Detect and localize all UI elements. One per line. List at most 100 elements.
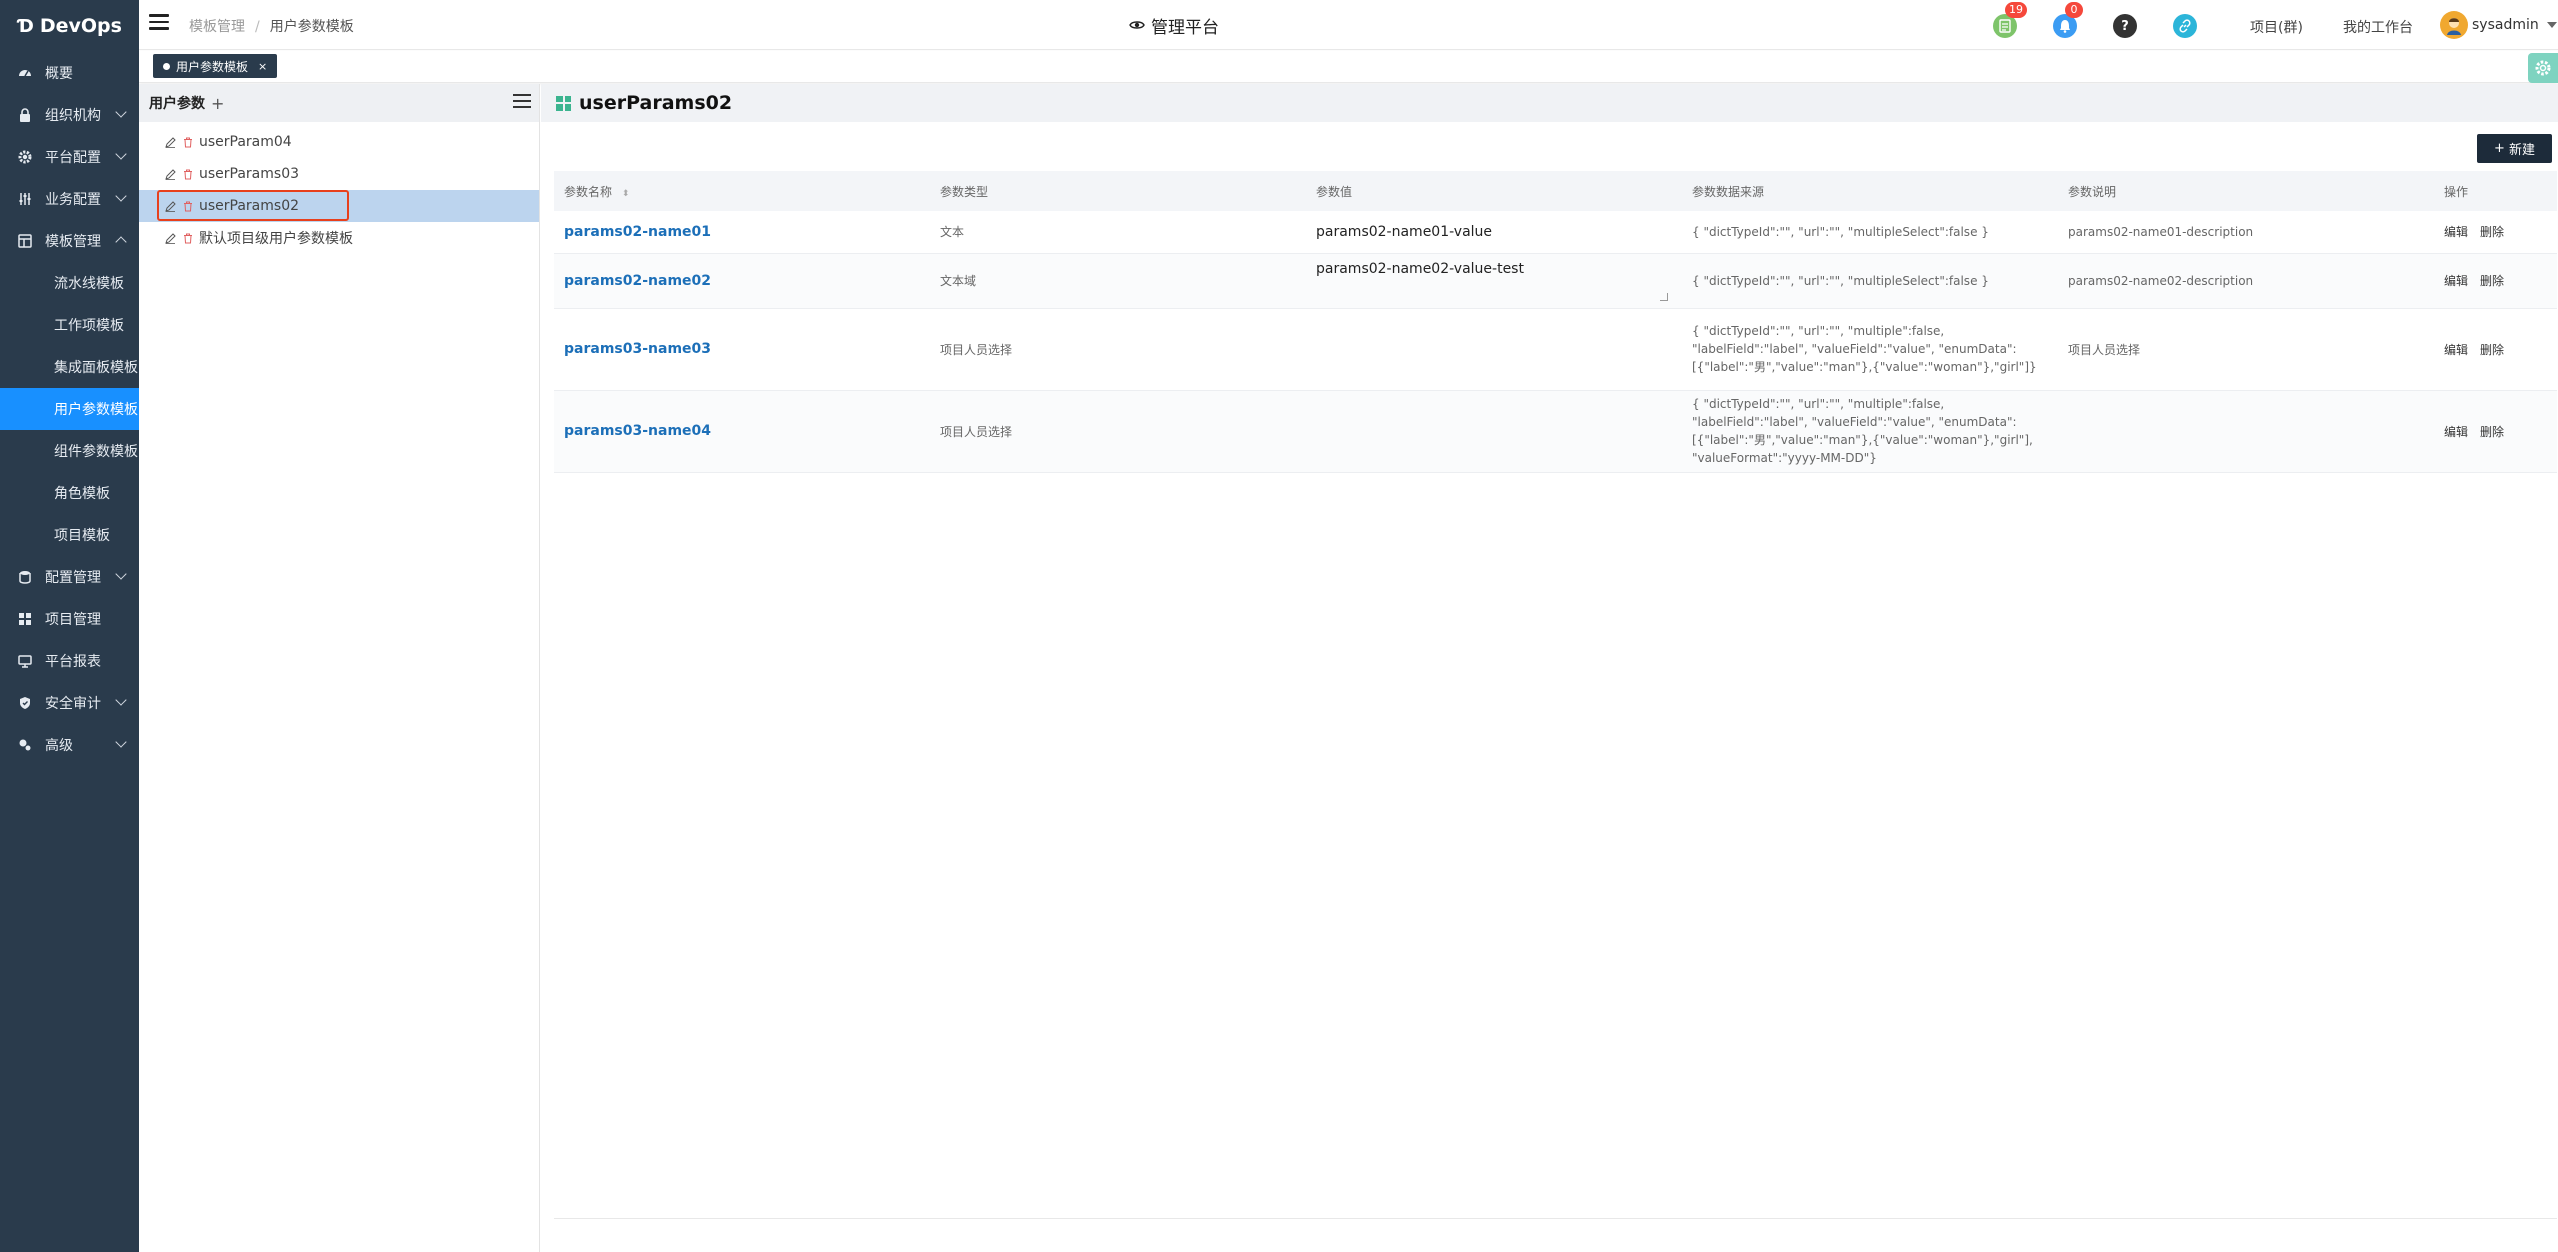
task-list-icon[interactable]: 19 <box>1993 2 2027 38</box>
monitor-icon <box>17 653 33 669</box>
sidebar-item-security-audit[interactable]: 安全审计 <box>0 682 139 724</box>
sidebar-item-platform-config[interactable]: 平台配置 <box>0 136 139 178</box>
delete-button[interactable]: 删除 <box>2480 425 2504 439</box>
sidebar-subitem-user-param-template[interactable]: 用户参数模板 <box>0 388 139 430</box>
param-name-link[interactable]: params03-name04 <box>564 423 711 439</box>
table-header-row: 参数名称 ⬍ 参数类型 参数值 参数数据来源 参数说明 操作 <box>554 171 2557 211</box>
delete-button[interactable]: 删除 <box>2480 274 2504 288</box>
bell-icon[interactable]: 0 <box>2053 2 2083 38</box>
edit-button[interactable]: 编辑 <box>2444 343 2468 357</box>
sidebar-subitem-role-template[interactable]: 角色模板 <box>0 472 139 514</box>
delete-button[interactable]: 删除 <box>2480 225 2504 239</box>
sidebar-item-label: 组织机构 <box>45 108 101 124</box>
close-icon[interactable]: × <box>258 60 267 73</box>
settings-gear-icon[interactable] <box>2528 53 2558 83</box>
edit-icon[interactable] <box>163 167 177 181</box>
sidebar-item-advanced[interactable]: 高级 <box>0 724 139 766</box>
tree-node-selected[interactable]: userParams02 <box>139 190 539 222</box>
edit-icon[interactable] <box>163 135 177 149</box>
sidebar-item-overview[interactable]: 概要 <box>0 52 139 94</box>
tree-menu-icon[interactable] <box>513 94 531 112</box>
delete-icon[interactable] <box>181 167 195 181</box>
username: sysadmin <box>2472 17 2539 33</box>
sidebar-item-label: 概要 <box>45 66 73 82</box>
database-icon <box>17 569 33 585</box>
sidebar-item-label: 平台配置 <box>45 150 101 166</box>
param-name-link[interactable]: params03-name03 <box>564 341 711 357</box>
param-name-link[interactable]: params02-name01 <box>564 224 711 240</box>
chevron-down-icon <box>115 190 127 202</box>
plus-icon: + <box>2494 141 2505 156</box>
tab-user-param-template[interactable]: 用户参数模板 × <box>153 54 278 78</box>
dashboard-icon <box>17 65 33 81</box>
add-template-button[interactable]: + <box>211 94 224 113</box>
sidebar-item-template-management[interactable]: 模板管理 <box>0 220 139 262</box>
edit-button[interactable]: 编辑 <box>2444 225 2468 239</box>
param-value-textarea[interactable]: params02-name02-value-test <box>1316 257 1682 305</box>
new-param-button[interactable]: + 新建 <box>2477 134 2552 163</box>
platform-title-text: 管理平台 <box>1151 18 1219 38</box>
tree-node[interactable]: userParams03 <box>139 158 539 190</box>
chevron-down-icon <box>115 148 127 160</box>
column-header-value: 参数值 <box>1306 171 1682 211</box>
edit-icon[interactable] <box>163 231 177 245</box>
page-title: userParams02 <box>579 92 733 114</box>
edit-button[interactable]: 编辑 <box>2444 425 2468 439</box>
resize-handle-icon[interactable] <box>1660 292 1668 301</box>
table-row: params03-name04 项目人员选择 { "dictTypeId":""… <box>554 390 2557 473</box>
sidebar-subitem-panel-template[interactable]: 集成面板模板 <box>0 346 139 388</box>
sidebar-item-organization[interactable]: 组织机构 <box>0 94 139 136</box>
avatar <box>2440 11 2468 39</box>
tree-header: 用户参数 + <box>139 84 539 122</box>
param-value-input[interactable]: params02-name01-value <box>1316 224 1492 240</box>
sliders-icon <box>17 191 33 207</box>
notice-count-badge: 0 <box>2065 2 2083 18</box>
sidebar-item-label: 配置管理 <box>45 570 101 586</box>
link-icon[interactable] <box>2173 14 2197 38</box>
param-description: params02-name02-description <box>2058 253 2434 309</box>
my-workspace-link[interactable]: 我的工作台 <box>2343 17 2413 37</box>
table-footer-divider <box>554 1218 2557 1219</box>
lock-icon <box>17 107 33 123</box>
sidebar-subitem-component-param-template[interactable]: 组件参数模板 <box>0 430 139 472</box>
param-value[interactable] <box>1306 308 1682 391</box>
sidebar-item-config-management[interactable]: 配置管理 <box>0 556 139 598</box>
sidebar-subitem-project-template[interactable]: 项目模板 <box>0 514 139 556</box>
help-icon[interactable]: ? <box>2113 14 2137 38</box>
sidebar-item-label: 平台报表 <box>45 654 101 670</box>
delete-icon[interactable] <box>181 231 195 245</box>
logo-icon: Ɗ <box>18 15 34 37</box>
param-type: 项目人员选择 <box>930 308 1306 391</box>
delete-icon[interactable] <box>181 135 195 149</box>
column-header-source: 参数数据来源 <box>1682 171 2058 211</box>
column-header-name[interactable]: 参数名称 ⬍ <box>554 171 930 211</box>
grid-icon <box>556 95 571 111</box>
param-type: 文本 <box>930 211 1306 254</box>
app-logo[interactable]: Ɗ DevOps <box>0 0 139 52</box>
platform-title[interactable]: 管理平台 <box>1129 13 1219 38</box>
delete-button[interactable]: 删除 <box>2480 343 2504 357</box>
sidebar-subitem-pipeline-template[interactable]: 流水线模板 <box>0 262 139 304</box>
tab-label: 用户参数模板 <box>176 59 249 74</box>
param-name-link[interactable]: params02-name02 <box>564 273 711 289</box>
param-source: { "dictTypeId":"", "url":"", "multiple":… <box>1682 308 2058 391</box>
tree-node[interactable]: 默认项目级用户参数模板 <box>139 222 539 254</box>
sidebar-item-business-config[interactable]: 业务配置 <box>0 178 139 220</box>
selection-highlight <box>157 190 349 221</box>
edit-button[interactable]: 编辑 <box>2444 274 2468 288</box>
tree-node-label: 默认项目级用户参数模板 <box>199 231 353 247</box>
main-content: userParams02 + 新建 参数名称 ⬍ 参数类型 参数值 参数数据来源… <box>541 84 2558 1252</box>
sort-icon[interactable]: ⬍ <box>622 189 630 199</box>
chevron-down-icon <box>115 736 127 748</box>
column-header-description: 参数说明 <box>2058 171 2434 211</box>
user-menu[interactable]: sysadmin <box>2440 11 2557 39</box>
tree-node[interactable]: userParam04 <box>139 126 539 158</box>
project-group-link[interactable]: 项目(群) <box>2250 17 2303 37</box>
sidebar-subitem-workitem-template[interactable]: 工作项模板 <box>0 304 139 346</box>
menu-toggle-icon[interactable] <box>149 14 169 30</box>
sidebar-item-project-management[interactable]: 项目管理 <box>0 598 139 640</box>
sidebar-item-platform-reports[interactable]: 平台报表 <box>0 640 139 682</box>
breadcrumb-item[interactable]: 模板管理 <box>189 19 245 35</box>
table-row: params02-name01 文本 params02-name01-value… <box>554 211 2557 254</box>
param-value[interactable] <box>1306 390 1682 473</box>
